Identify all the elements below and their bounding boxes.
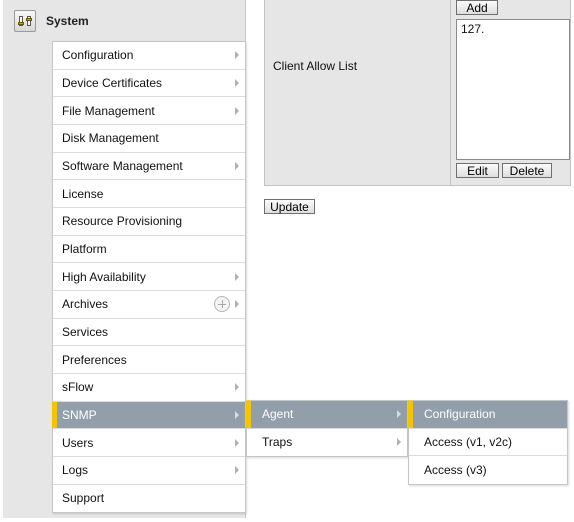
edit-button[interactable]: Edit (456, 163, 499, 178)
menu-item-traps[interactable]: Traps (247, 429, 407, 457)
chevron-right-icon (235, 410, 239, 419)
menu-item-label: Users (62, 435, 94, 450)
client-allow-list-label: Client Allow List (273, 59, 358, 73)
chevron-right-icon (235, 300, 239, 309)
menu-item-configuration[interactable]: Configuration (53, 42, 245, 70)
menu-item-archives[interactable]: Archives (53, 291, 245, 319)
menu-item-label: Traps (262, 435, 293, 450)
menu-item-label: Logs (62, 463, 89, 478)
menu-item-label: Access (v1, v2c) (424, 434, 513, 449)
add-button[interactable]: Add (456, 0, 498, 15)
agent-submenu: Configuration Access (v1, v2c) Access (v… (408, 400, 568, 485)
menu-item-software-management[interactable]: Software Management (53, 153, 245, 181)
menu-item-services[interactable]: Services (53, 319, 245, 347)
menu-item-label: Device Certificates (62, 75, 163, 90)
menu-item-support[interactable]: Support (53, 485, 245, 513)
system-settings-icon (14, 10, 36, 32)
chevron-right-icon (235, 51, 239, 60)
section-title: System (46, 14, 89, 28)
menu-item-label: File Management (62, 103, 155, 118)
menu-item-label: Configuration (424, 407, 496, 422)
menu-item-access-v3[interactable]: Access (v3) (409, 456, 567, 484)
chevron-right-icon (397, 438, 401, 447)
menu-item-label: Platform (62, 241, 107, 256)
menu-item-agent-configuration[interactable]: Configuration (408, 401, 567, 429)
chevron-right-icon (235, 78, 239, 87)
menu-item-preferences[interactable]: Preferences (53, 346, 245, 374)
menu-item-label: Access (v3) (424, 463, 487, 478)
menu-item-device-certificates[interactable]: Device Certificates (53, 70, 245, 98)
menu-item-agent[interactable]: Agent (246, 401, 407, 429)
menu-item-license[interactable]: License (53, 180, 245, 208)
chevron-right-icon (235, 272, 239, 281)
menu-item-logs[interactable]: Logs (53, 457, 245, 485)
menu-item-sflow[interactable]: sFlow (53, 374, 245, 402)
menu-item-high-availability[interactable]: High Availability (53, 263, 245, 291)
chevron-right-icon (235, 106, 239, 115)
menu-item-label: sFlow (62, 380, 94, 395)
menu-item-access-v1-v2c[interactable]: Access (v1, v2c) (409, 429, 567, 457)
client-allow-list[interactable]: 127. (456, 19, 570, 160)
list-item[interactable]: 127. (461, 22, 565, 36)
menu-item-platform[interactable]: Platform (53, 236, 245, 264)
chevron-right-icon (235, 466, 239, 475)
snmp-submenu: Agent Traps (246, 400, 408, 458)
menu-item-label: Disk Management (62, 131, 159, 146)
menu-item-file-management[interactable]: File Management (53, 97, 245, 125)
update-button[interactable]: Update (264, 199, 315, 214)
chevron-right-icon (235, 161, 239, 170)
menu-item-label: High Availability (62, 269, 146, 284)
menu-item-label: Software Management (62, 158, 183, 173)
menu-item-label: Support (62, 491, 105, 506)
menu-item-label: Resource Provisioning (62, 214, 183, 229)
form-divider (450, 0, 451, 185)
menu-item-label: Agent (262, 407, 294, 422)
menu-item-resource-provisioning[interactable]: Resource Provisioning (53, 208, 245, 236)
chevron-right-icon (397, 410, 401, 419)
system-menu: Configuration Device Certificates File M… (52, 41, 246, 514)
menu-item-label: SNMP (62, 407, 97, 422)
menu-item-label: Configuration (62, 48, 134, 63)
menu-item-label: Preferences (62, 352, 127, 367)
menu-item-disk-management[interactable]: Disk Management (53, 125, 245, 153)
menu-item-users[interactable]: Users (53, 429, 245, 457)
delete-button[interactable]: Delete (502, 163, 552, 178)
menu-item-label: License (62, 186, 104, 201)
chevron-right-icon (235, 383, 239, 392)
menu-item-label: Services (62, 324, 109, 339)
section-header[interactable]: System (14, 9, 89, 33)
menu-item-snmp[interactable]: SNMP (52, 401, 245, 430)
chevron-right-icon (235, 438, 239, 447)
